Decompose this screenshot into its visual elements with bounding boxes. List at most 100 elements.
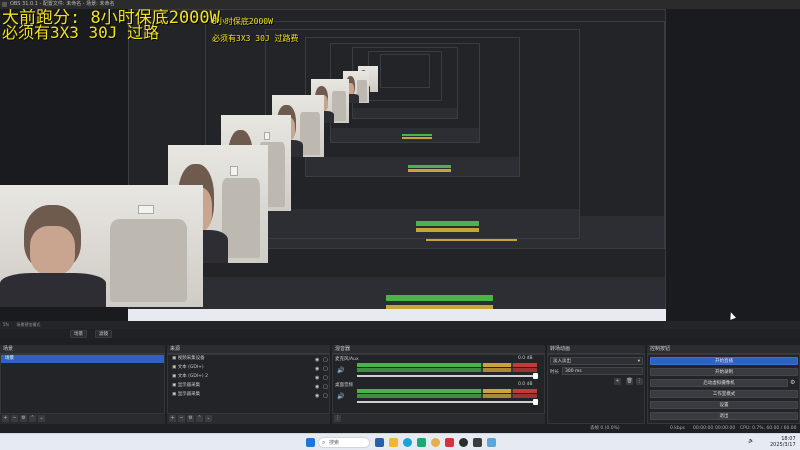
scene-item[interactable]: 场景	[1, 355, 164, 363]
overlay-text-nested1: 8小时保底2000W	[212, 17, 273, 26]
visibility-eye-icon[interactable]: ◉	[315, 384, 319, 390]
volume-slider-handle[interactable]	[533, 399, 538, 405]
track-level: 0.0 dB	[518, 382, 533, 387]
app-icon[interactable]	[473, 438, 482, 447]
overlay-text-nested2: 必须有3X3 30J 过路费	[212, 34, 299, 43]
edge-browser-icon[interactable]	[403, 438, 412, 447]
audio-mixer: 麦克风/Aux 0.0 dB 🔊 桌面音频 0.0 dB 🔊	[332, 354, 545, 414]
lock-icon[interactable]: ▢	[323, 366, 328, 372]
studio-mode-button[interactable]: 工作室模式	[650, 390, 798, 398]
volume-meter	[357, 394, 537, 398]
dropped-frames: 丢帧 0 (0.0%)	[590, 426, 620, 431]
preview-canvas[interactable]: 大前跑分: 8小时保底2000W 必须有3X3 30J 过路 8小时保底2000…	[0, 9, 800, 327]
lock-icon[interactable]: ▢	[323, 384, 328, 390]
dock-tab-row: 场景 滤镜	[0, 329, 800, 339]
source-item[interactable]: ▣ 文本 (GDI+) 2	[168, 373, 329, 381]
volume-slider[interactable]	[357, 401, 535, 403]
transitions-dock-header: 转场动画	[547, 345, 645, 354]
scene-props-button[interactable]: ⚙	[20, 415, 27, 422]
volume-slider-handle[interactable]	[533, 373, 538, 379]
source-item[interactable]: ▣ 显示器采集	[168, 382, 329, 390]
preview-mode-label: 场景预览模式	[16, 322, 41, 327]
move-down-icon[interactable]: ⌄	[38, 415, 45, 422]
exit-button[interactable]: 退出	[650, 412, 798, 420]
sources-toolbar: + − ⚙ ⌃ ⌄	[167, 414, 330, 424]
window-title: OBS 31.0.1 - 配置文件: 未命名 - 场景: 未命名	[10, 1, 115, 7]
mixer-dock-header: 混音器	[332, 345, 545, 354]
tab-scene[interactable]: 场景	[70, 330, 87, 338]
lock-icon[interactable]: ▢	[323, 375, 328, 381]
mixer-toolbar: ⋮	[332, 414, 545, 424]
task-view-icon[interactable]	[375, 438, 384, 447]
source-item[interactable]: ▣ 显示器采集	[168, 391, 329, 399]
speaker-icon[interactable]: 🔊	[337, 367, 344, 374]
scenes-list: 场景	[0, 354, 165, 414]
volume-slider[interactable]	[357, 375, 535, 377]
preview-status-strip: 5fs 场景预览模式	[0, 321, 800, 329]
obs-app-icon	[2, 2, 7, 7]
tab-filter[interactable]: 滤镜	[95, 330, 112, 338]
obs-taskbar-icon[interactable]	[459, 438, 468, 447]
live-timer: 00:00:00	[693, 426, 714, 431]
mouse-cursor-icon	[727, 311, 737, 320]
remove-scene-button[interactable]: −	[11, 415, 18, 422]
status-bar: 丢帧 0 (0.0%) 0 kbps 00:00:00 00:00:00 CPU…	[0, 425, 800, 439]
sources-dock-header: 来源	[167, 345, 330, 354]
lock-icon[interactable]: ▢	[323, 357, 328, 363]
add-scene-button[interactable]: +	[2, 415, 9, 422]
mixer-menu-icon[interactable]: ⋮	[334, 415, 341, 422]
search-box[interactable]: ⌕ 搜索	[318, 437, 370, 448]
start-windows-icon[interactable]	[306, 438, 315, 447]
file-explorer-icon[interactable]	[389, 438, 398, 447]
track-level: 0.0 dB	[518, 356, 533, 361]
webcam-feed	[0, 185, 203, 307]
speaker-icon[interactable]: 🔊	[337, 393, 344, 400]
remove-source-button[interactable]: −	[178, 415, 185, 422]
visibility-eye-icon[interactable]: ◉	[315, 357, 319, 363]
chevron-down-icon: ▾	[637, 359, 640, 364]
overlay-text-line2: 必须有3X3 30J 过路	[2, 23, 160, 42]
duration-input[interactable]: 300 ms	[562, 367, 643, 375]
clock[interactable]: 18:07 2025/3/17	[770, 436, 796, 448]
add-source-button[interactable]: +	[169, 415, 176, 422]
transitions-panel: 淡入淡出 ▾ 时长 300 ms + 🗑 ⋮	[547, 354, 645, 424]
move-up-icon[interactable]: ⌃	[29, 415, 36, 422]
transition-menu-icon[interactable]: ⋮	[636, 378, 643, 385]
scenes-toolbar: + − ⚙ ⌃ ⌄	[0, 414, 165, 424]
lock-icon[interactable]: ▢	[323, 393, 328, 399]
volume-meter	[357, 368, 537, 372]
source-props-button[interactable]: ⚙	[187, 415, 194, 422]
bitrate: 0 kbps	[670, 426, 685, 431]
volume-tray-icon[interactable]: 🔉	[748, 438, 754, 444]
gear-icon[interactable]: ⚙	[790, 379, 795, 386]
app-icon[interactable]	[417, 438, 426, 447]
track-name: 麦克风/Aux	[335, 357, 359, 362]
source-item[interactable]: ▣ 视频采集设备	[168, 355, 329, 363]
search-icon: ⌕	[322, 439, 326, 446]
visibility-eye-icon[interactable]: ◉	[315, 366, 319, 372]
start-streaming-button[interactable]: 开始直播	[650, 357, 798, 365]
start-virtual-camera-button[interactable]: 启动虚拟摄像机	[650, 379, 788, 387]
track-name: 桌面音频	[335, 383, 353, 388]
app-icon[interactable]	[487, 438, 496, 447]
move-up-icon[interactable]: ⌃	[196, 415, 203, 422]
start-recording-button[interactable]: 开始录制	[650, 368, 798, 376]
fps-label: 5fs	[3, 322, 10, 327]
add-transition-button[interactable]: +	[614, 378, 621, 385]
window-titlebar: OBS 31.0.1 - 配置文件: 未命名 - 场景: 未命名	[0, 0, 800, 9]
move-down-icon[interactable]: ⌄	[205, 415, 212, 422]
sources-list: ▣ 视频采集设备 ▣ 文本 (GDI+) ▣ 文本 (GDI+) 2 ▣ 显示器…	[167, 354, 330, 414]
scenes-dock-header: 场景	[0, 345, 165, 354]
visibility-eye-icon[interactable]: ◉	[315, 393, 319, 399]
nested-preview-frame	[380, 54, 430, 88]
volume-meter	[357, 389, 537, 393]
transition-select[interactable]: 淡入淡出 ▾	[550, 357, 643, 365]
windows-taskbar: ⌕ 搜索 🔉 18:07 2025/3/17	[0, 433, 800, 450]
source-item[interactable]: ▣ 文本 (GDI+)	[168, 364, 329, 372]
settings-button[interactable]: 设置	[650, 401, 798, 409]
app-icon[interactable]	[445, 438, 454, 447]
remove-transition-button[interactable]: 🗑	[626, 378, 633, 385]
volume-meter	[357, 363, 537, 367]
visibility-eye-icon[interactable]: ◉	[315, 375, 319, 381]
chrome-browser-icon[interactable]	[431, 438, 440, 447]
